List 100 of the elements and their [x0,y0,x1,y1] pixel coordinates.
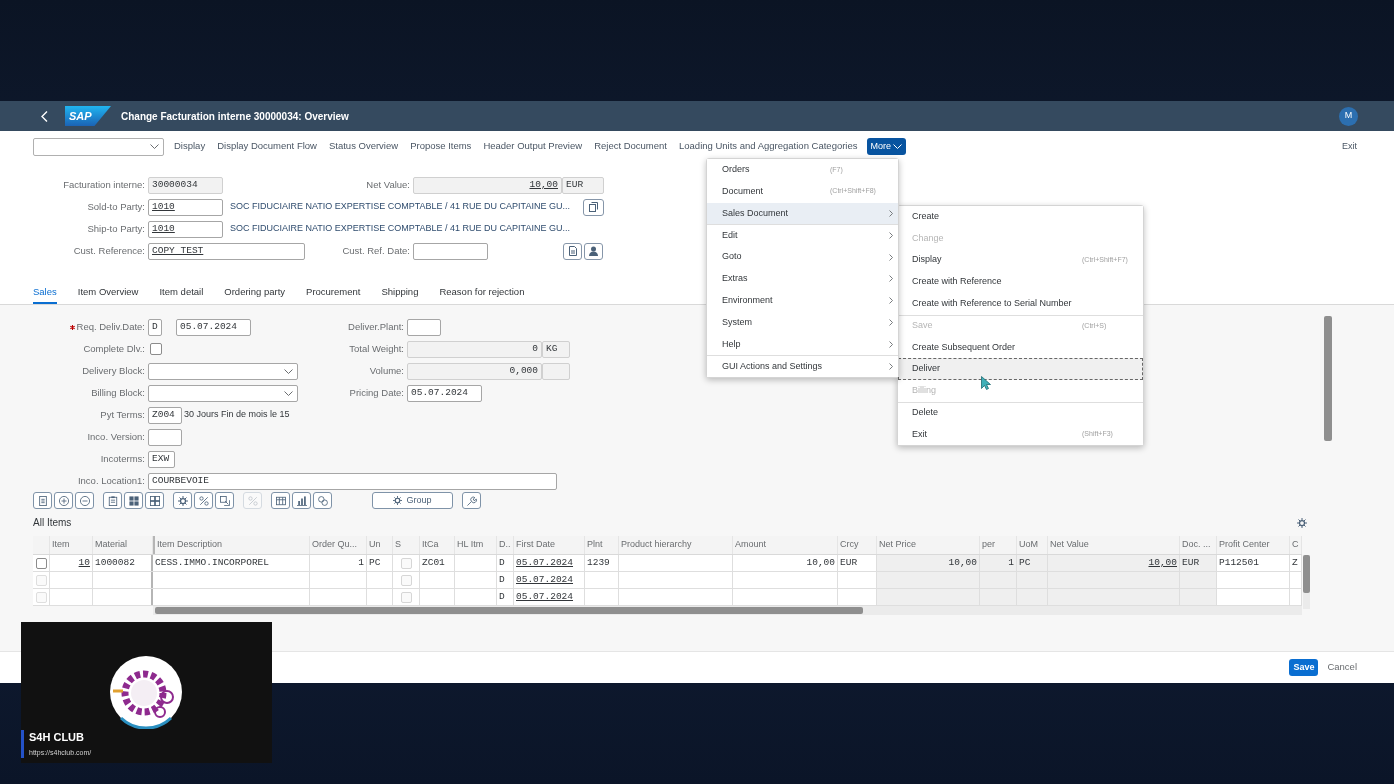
tool-button[interactable] [194,492,213,509]
column-header[interactable]: Crcy [838,536,877,554]
column-header[interactable]: Plnt [585,536,619,554]
input-field[interactable]: 05.07.2024 [176,318,251,336]
tool-button[interactable] [124,492,143,509]
column-header[interactable]: Profit Center [1217,536,1290,554]
copy-button[interactable] [583,198,604,216]
menu-item[interactable]: Environment [707,289,898,312]
exit-button[interactable]: Exit [1342,139,1357,154]
logo: SAP [65,106,111,126]
tool-button[interactable] [33,492,52,509]
tool-button[interactable] [145,492,164,509]
column-header[interactable]: Amount [733,536,838,554]
column-header[interactable]: HL Itm [455,536,497,554]
cancel-button[interactable]: Cancel [1327,660,1357,675]
party-description: SOC FIDUCIAIRE NATIO EXPERTISE COMPTABLE / 41 RUE DU CAPITAINE GU... [230,222,571,236]
column-header[interactable]: Item [50,536,93,554]
tool-button[interactable] [313,492,332,509]
settings-icon[interactable] [1297,517,1307,528]
menu-item[interactable]: Delete [898,401,1143,424]
toolbar-button[interactable]: Propose Items [410,139,472,154]
column-header[interactable]: UoM [1017,536,1048,554]
checkbox[interactable] [35,557,47,569]
tab[interactable]: Ordering party [224,283,286,304]
menu-item[interactable]: Help [707,333,898,356]
tab[interactable]: Procurement [306,283,361,304]
document-button[interactable] [563,242,582,260]
tool-button[interactable] [292,492,311,509]
input-field[interactable]: 1010 [148,220,223,238]
input-field[interactable]: EXW [148,450,175,468]
dropdown[interactable] [33,137,164,156]
column-header[interactable]: Material [93,536,153,554]
menu-item[interactable]: Edit [707,224,898,247]
toolbar-button[interactable]: Reject Document [594,139,667,154]
toolbar-button[interactable]: Display Document Flow [217,139,317,154]
scrollbar-track[interactable] [153,606,1302,615]
chevron-left-icon[interactable] [41,110,48,122]
menu-item[interactable]: Sales Document [707,202,898,225]
tab[interactable]: Item detail [159,283,204,304]
tool-button[interactable] [54,492,73,509]
column-header[interactable]: Un [367,536,393,554]
column-header[interactable]: Net Price [877,536,980,554]
tool-button[interactable] [103,492,122,509]
input-field[interactable] [407,318,441,336]
save-button[interactable]: Save [1289,659,1319,676]
scrollbar-thumb[interactable] [1324,316,1332,441]
column-header[interactable]: C [1290,536,1302,554]
menu-item: Billing [898,379,1143,402]
readonly-field: 10,00 [413,176,562,194]
checkbox[interactable] [150,343,162,355]
tab[interactable]: Shipping [381,283,419,304]
input-field[interactable]: COPY TEST [148,242,305,260]
column-header[interactable]: Net Value [1048,536,1180,554]
table-cell[interactable]: 05.07.2024 [514,555,584,571]
toolbar-button[interactable]: Header Output Preview [483,139,583,154]
toolbar-button[interactable]: Loading Units and Aggregation Categories [679,139,858,154]
column-header[interactable]: First Date [514,536,585,554]
menu-item[interactable]: Extras [707,268,898,290]
menu-item[interactable]: Create [898,205,1143,228]
more-button[interactable]: More [866,138,907,155]
tab[interactable]: Item Overview [77,283,139,304]
input-field[interactable]: Z004 [148,406,182,424]
menu-item[interactable]: GUI Actions and Settings [707,355,898,377]
input-field[interactable] [148,428,182,446]
input-field[interactable] [413,242,488,260]
percent-icon [198,495,209,506]
menu-item[interactable]: Goto [707,246,898,268]
tool-button[interactable] [271,492,290,509]
column-header[interactable]: D.. [497,536,514,554]
tool-button[interactable] [75,492,94,509]
column-header[interactable]: Order Qu... [310,536,367,554]
input-field[interactable]: D [148,318,162,336]
readonly-field: 0 [407,340,542,358]
contact-button[interactable] [584,242,603,260]
scrollbar-track[interactable] [1303,555,1310,609]
input-field[interactable]: 05.07.2024 [407,384,482,402]
input-field[interactable]: COURBEVOIE [148,472,557,490]
tab[interactable]: Reason for rejection [439,283,525,304]
input-field[interactable]: 1010 [148,198,223,216]
avatar[interactable]: M [1339,106,1358,126]
toolbar-button[interactable]: Status Overview [328,139,399,154]
menu-item[interactable]: Deliver [898,358,1143,380]
tool-button[interactable] [173,492,192,509]
menu-item[interactable]: System [707,311,898,334]
tool-button[interactable] [215,492,234,509]
tool-button[interactable] [462,492,481,509]
column-header[interactable]: per [980,536,1017,554]
column-header[interactable]: Doc. ... [1180,536,1217,554]
column-header[interactable]: ItCa [420,536,455,554]
scrollbar-thumb[interactable] [1303,555,1310,593]
scrollbar-thumb[interactable] [155,607,863,614]
dropdown[interactable] [148,362,298,380]
toolbar-button[interactable]: Display [174,139,206,154]
column-header[interactable]: S [393,536,420,554]
copy-icon [589,202,598,212]
table-cell[interactable]: 10 [50,555,92,571]
group-button[interactable]: Group [372,492,453,509]
column-header[interactable]: Product hierarchy [619,536,733,554]
table-cell[interactable]: 10,00 [1048,555,1179,571]
dropdown[interactable] [148,384,298,402]
